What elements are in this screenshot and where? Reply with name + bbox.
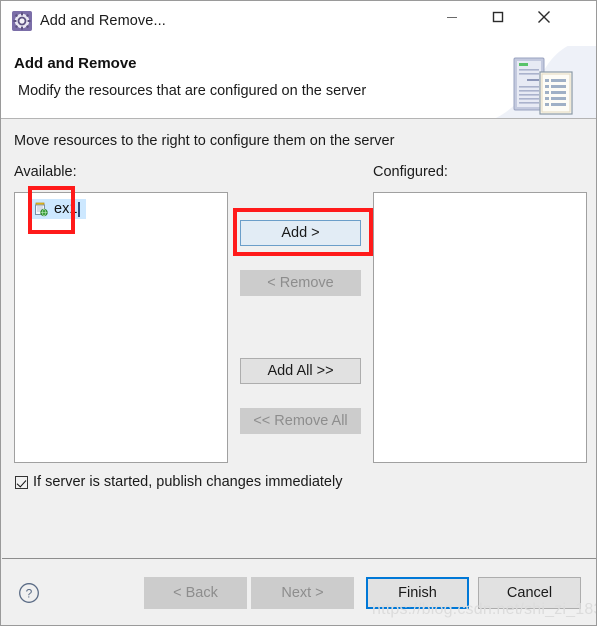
add-button[interactable]: Add > (240, 220, 361, 246)
add-and-remove-dialog: Add and Remove... Add and Remove Modify … (0, 0, 597, 626)
finish-button[interactable]: Finish (366, 577, 469, 609)
remove-button[interactable]: < Remove (240, 270, 361, 296)
web-project-icon (33, 201, 49, 217)
available-list[interactable]: ex1 (14, 192, 228, 463)
instruction-text: Move resources to the right to configure… (14, 133, 395, 149)
minimize-icon[interactable] (429, 1, 475, 33)
server-and-document-icon (496, 46, 596, 118)
list-item-label: ex1 (54, 201, 78, 217)
help-icon[interactable]: ? (18, 582, 40, 604)
back-button[interactable]: < Back (144, 577, 247, 609)
close-icon[interactable] (521, 1, 567, 33)
publish-immediately-checkbox[interactable] (15, 475, 28, 489)
window-title: Add and Remove... (40, 13, 166, 29)
gear-icon (12, 11, 32, 31)
maximize-icon[interactable] (475, 1, 521, 33)
publish-immediately-label: If server is started, publish changes im… (33, 474, 343, 490)
add-all-button[interactable]: Add All >> (240, 358, 361, 384)
dialog-content: Move resources to the right to configure… (2, 120, 596, 557)
page-title: Add and Remove (14, 55, 137, 72)
title-bar: Add and Remove... (1, 1, 596, 46)
publish-immediately-checkbox-row[interactable]: If server is started, publish changes im… (15, 474, 342, 490)
available-label: Available: (14, 164, 77, 180)
cancel-button[interactable]: Cancel (478, 577, 581, 609)
text-cursor (78, 201, 81, 217)
configured-label: Configured: (373, 164, 448, 180)
next-button[interactable]: Next > (251, 577, 354, 609)
page-subtitle: Modify the resources that are configured… (18, 83, 367, 99)
configured-list[interactable] (373, 192, 587, 463)
list-item[interactable]: ex1 (30, 199, 87, 219)
wizard-header: Add and Remove Modify the resources that… (1, 46, 596, 119)
remove-all-button[interactable]: << Remove All (240, 408, 361, 434)
svg-text:?: ? (26, 587, 33, 601)
